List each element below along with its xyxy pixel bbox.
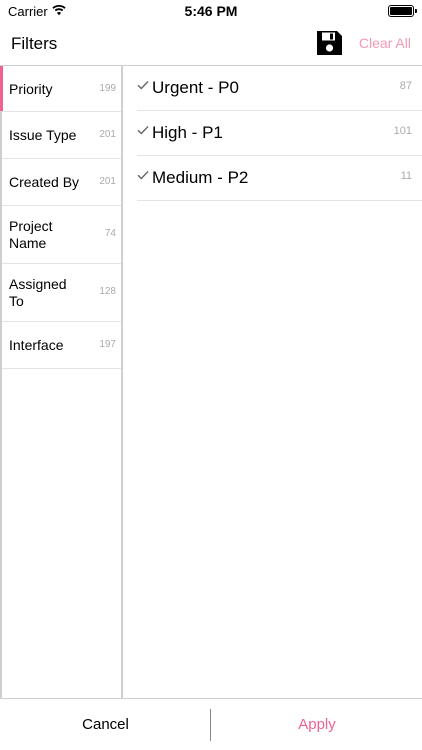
floppy-disk-icon[interactable] bbox=[314, 28, 344, 58]
checkmark-icon bbox=[137, 171, 149, 180]
category-list: Priority 199 Issue Type 201 Created By 2… bbox=[0, 66, 123, 698]
category-count: 197 bbox=[99, 339, 116, 350]
footer-divider bbox=[210, 709, 211, 741]
apply-button[interactable]: Apply bbox=[212, 699, 422, 750]
category-count: 74 bbox=[104, 228, 116, 239]
category-item-project-name[interactable]: Project Name 74 bbox=[2, 206, 121, 264]
option-medium-p2[interactable]: Medium - P2 11 bbox=[137, 156, 422, 201]
option-label: Urgent - P0 bbox=[152, 78, 239, 97]
checkmark-icon bbox=[137, 126, 149, 135]
category-count: 201 bbox=[99, 129, 116, 140]
option-count: 101 bbox=[393, 125, 412, 137]
category-count: 199 bbox=[99, 83, 116, 94]
category-count: 128 bbox=[99, 286, 116, 297]
category-item-interface[interactable]: Interface 197 bbox=[2, 322, 121, 369]
option-label: High - P1 bbox=[152, 123, 223, 142]
category-label: Issue Type bbox=[9, 127, 77, 143]
category-item-assigned-to[interactable]: Assigned To 128 bbox=[2, 264, 121, 322]
option-urgent-p0[interactable]: Urgent - P0 87 bbox=[137, 66, 422, 111]
category-label: Project Name bbox=[9, 218, 53, 251]
battery-icon bbox=[388, 5, 417, 17]
category-label: Created By bbox=[9, 174, 80, 190]
header: Filters Clear All bbox=[0, 22, 422, 66]
option-label: Medium - P2 bbox=[152, 168, 249, 187]
cancel-button[interactable]: Cancel bbox=[0, 699, 211, 750]
category-count: 201 bbox=[99, 176, 116, 187]
option-count: 11 bbox=[400, 170, 412, 182]
category-label: Assigned To bbox=[9, 276, 67, 309]
footer-bar: Cancel Apply bbox=[0, 698, 422, 750]
checkmark-icon bbox=[137, 81, 149, 90]
category-item-issue-type[interactable]: Issue Type 201 bbox=[2, 112, 121, 159]
category-label: Interface bbox=[9, 337, 64, 353]
status-bar: Carrier 5:46 PM bbox=[0, 0, 422, 22]
clock: 5:46 PM bbox=[184, 3, 238, 19]
option-count: 87 bbox=[399, 80, 412, 92]
clear-all-button[interactable]: Clear All bbox=[359, 35, 411, 51]
category-label: Priority bbox=[9, 81, 53, 97]
option-high-p1[interactable]: High - P1 101 bbox=[137, 111, 422, 156]
page-title: Filters bbox=[11, 34, 58, 53]
category-item-created-by[interactable]: Created By 201 bbox=[2, 159, 121, 206]
category-item-priority[interactable]: Priority 199 bbox=[0, 66, 121, 112]
